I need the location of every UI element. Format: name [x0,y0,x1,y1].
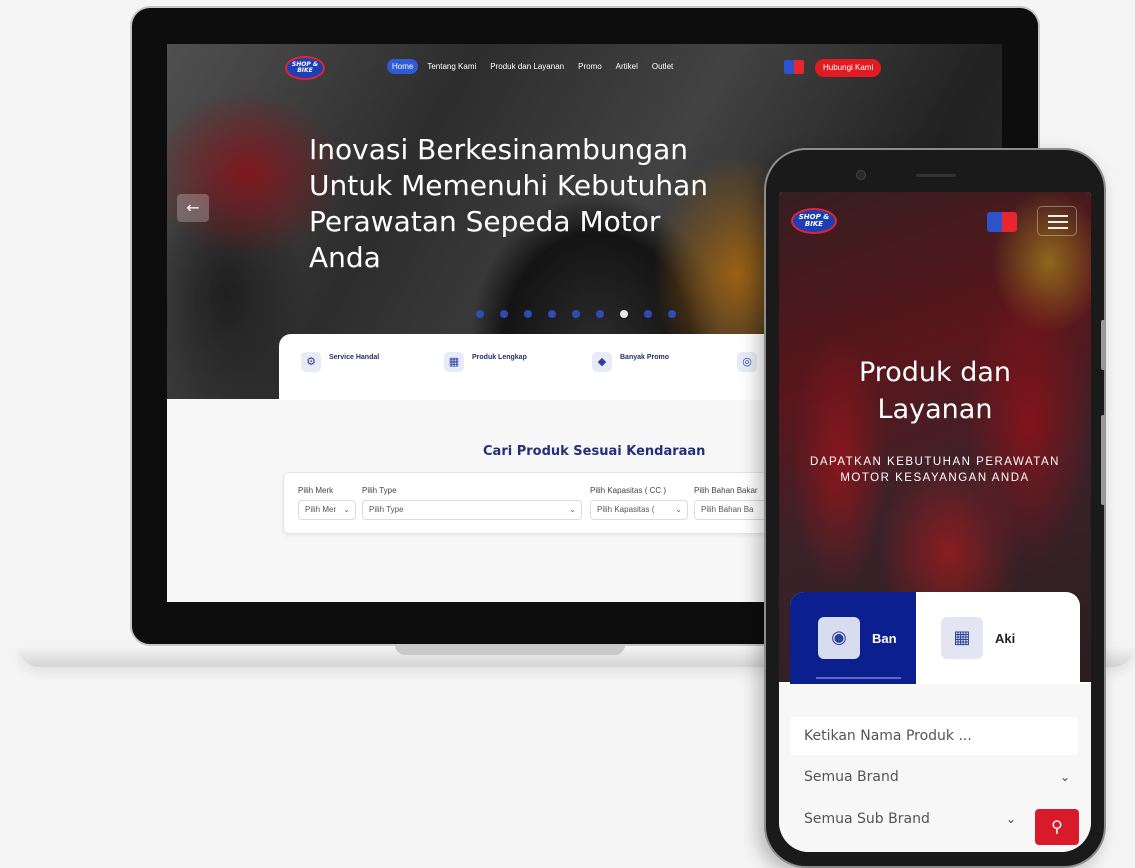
feature-banyak-promo: ◆ Banyak Promo [592,352,669,372]
select-value: Pilih Type [369,505,404,514]
select-value: Semua Sub Brand [804,811,930,827]
battery-icon: ▦ [941,617,983,659]
laptop-hinge-notch [395,645,625,655]
logo-text: SHOP & BIKE [798,213,830,228]
chevron-down-icon: ⌄ [569,505,576,514]
device-mockup: SHOP & BIKE Home Tentang Kami Produk dan… [0,0,1135,868]
boxes-icon: ▦ [444,352,464,372]
title-line: Produk dan [858,357,1012,388]
wrench-icon: ⚙ [301,352,321,372]
field-type: Pilih Type Pilih Type ⌄ [362,486,582,520]
front-camera [856,170,866,180]
chevron-down-icon: ⌄ [675,505,682,514]
mobile-page-subtitle: DAPATKAN KEBUTUHAN PERAWATAN MOTOR KESAY… [810,456,1060,484]
search-section-title: Cari Produk Sesuai Kendaraan [483,444,706,459]
hero-title-line: Perawatan Sepeda Motor [309,205,661,238]
feature-label: Service Handal [329,354,380,361]
phone-speaker [916,174,956,177]
target-icon: ◎ [737,352,757,372]
arrow-left-icon[interactable]: ← [177,194,209,222]
feature-strip: ⚙ Service Handal ▦ Produk Lengkap ◆ Bany… [279,334,819,400]
carousel-dot[interactable] [476,310,484,318]
tab-label: Aki [995,630,1016,646]
phone-side-button [1101,320,1106,370]
carousel-dot[interactable] [524,310,532,318]
nav-link-outlet[interactable]: Outlet [647,59,678,74]
language-flag-icon[interactable] [784,60,804,74]
contact-button[interactable]: Hubungi Kami [815,59,882,77]
hero-title-line: Anda [309,241,381,274]
feature-service-handal: ⚙ Service Handal [301,352,379,372]
brand-select[interactable]: Semua Brand ⌄ [790,758,1078,796]
logo-text: SHOP & BIKE [291,61,319,74]
carousel-dot[interactable] [668,310,676,318]
chevron-down-icon: ⌄ [343,505,350,514]
search-button[interactable]: ⚲ [1035,809,1079,845]
type-select[interactable]: Pilih Type ⌄ [362,500,582,520]
phone-side-button [1101,415,1106,505]
feature-label: Banyak Promo [620,354,670,361]
hero-title-line: Untuk Memenuhi Kebutuhan [309,169,708,202]
sub-brand-select[interactable]: Semua Sub Brand ⌄ [790,800,1024,838]
select-value: Pilih Bahan Ba [701,505,754,514]
site-logo[interactable]: SHOP & BIKE [285,56,325,80]
mobile-screen: SHOP & BIKE Produk dan Layanan DAPATKAN … [779,192,1091,852]
active-tab-underline [816,677,901,679]
carousel-dot[interactable] [500,310,508,318]
hamburger-menu-icon[interactable] [1037,206,1077,236]
field-label: Pilih Kapasitas ( CC ) [590,486,667,495]
chevron-down-icon: ⌄ [1059,770,1070,784]
tag-icon: ◆ [592,352,612,372]
carousel-dot-active[interactable] [620,310,628,318]
nav-link-produk-dan-layanan[interactable]: Produk dan Layanan [485,59,569,74]
feature-produk-lengkap: ▦ Produk Lengkap [444,352,527,372]
carousel-dot[interactable] [572,310,580,318]
language-flag-icon[interactable] [987,212,1017,232]
nav-link-artikel[interactable]: Artikel [611,59,643,74]
mobile-page-title: Produk dan Layanan [779,354,1091,428]
field-label: Pilih Merk [298,486,334,495]
hero-title-line: Inovasi Berkesinambungan [309,133,689,166]
carousel-dot[interactable] [596,310,604,318]
merk-select[interactable]: Pilih Mer ⌄ [298,500,356,520]
feature-label: Produk Lengkap [472,354,527,361]
kapasitas-select[interactable]: Pilih Kapasitas ( ⌄ [590,500,688,520]
hero-title: Inovasi Berkesinambungan Untuk Memenuhi … [309,132,779,276]
nav-link-tentang-kami[interactable]: Tentang Kami [422,59,481,74]
carousel-dot[interactable] [644,310,652,318]
desktop-navbar: SHOP & BIKE Home Tentang Kami Produk dan… [167,56,1002,84]
tab-label: Ban [872,630,897,646]
tab-aki[interactable]: ▦ Aki [913,592,1015,684]
product-name-input[interactable]: Ketikan Nama Produk ... [790,717,1078,755]
select-value: Pilih Mer [305,505,337,514]
nav-link-home[interactable]: Home [387,59,419,74]
field-merk: Pilih Merk Pilih Mer ⌄ [298,486,356,520]
mobile-product-search: Ketikan Nama Produk ... Semua Brand ⌄ Se… [779,684,1091,852]
product-category-tabs: ◉ Ban ▦ Aki [779,592,1091,684]
feature-more: ◎ [737,352,757,372]
search-icon: ⚲ [1051,817,1063,836]
nav-links: Home Tentang Kami Produk dan Layanan Pro… [387,59,678,74]
tire-icon: ◉ [818,617,860,659]
tab-ban[interactable]: ◉ Ban [790,592,916,684]
nav-link-promo[interactable]: Promo [573,59,607,74]
vehicle-search-form: Pilih Merk Pilih Mer ⌄ Pilih Type Pilih T… [283,472,803,534]
site-logo[interactable]: SHOP & BIKE [791,208,837,234]
field-label: Pilih Type [362,486,397,495]
carousel-dot[interactable] [548,310,556,318]
select-value: Pilih Kapasitas ( [597,505,655,514]
select-value: Semua Brand [804,769,899,785]
field-kapasitas: Pilih Kapasitas ( CC ) Pilih Kapasitas (… [590,486,688,520]
carousel-dots [476,310,676,318]
title-line: Layanan [877,394,993,425]
chevron-down-icon: ⌄ [1005,812,1016,826]
